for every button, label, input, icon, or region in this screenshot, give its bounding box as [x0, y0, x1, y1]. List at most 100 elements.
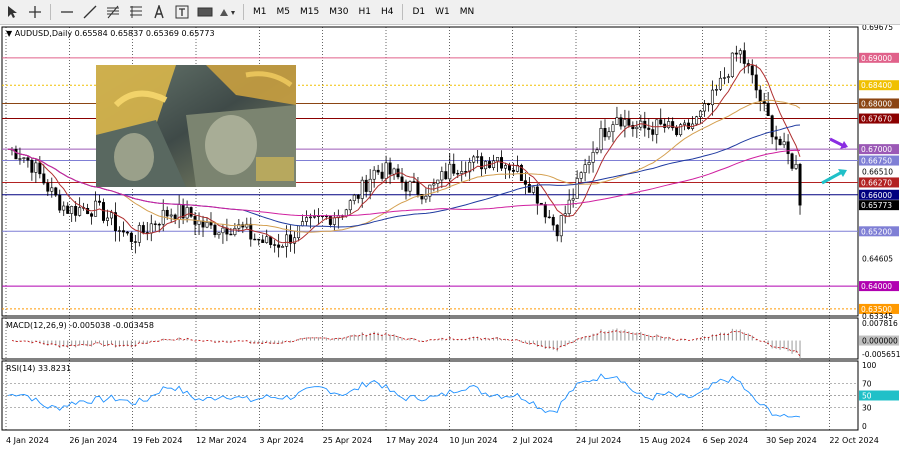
date-label: 6 Sep 2024 [703, 436, 749, 445]
candle-body [257, 238, 261, 241]
macd-scale-label: -0.005651 [862, 350, 900, 359]
symbol-header: ▼ AUDUSD,Daily 0.65584 0.65837 0.65369 0… [6, 29, 215, 38]
timeframe-h4[interactable]: H4 [376, 5, 399, 19]
candle-body [273, 244, 277, 246]
label-icon[interactable] [171, 2, 193, 22]
timeframe-mn[interactable]: MN [455, 5, 480, 19]
candle-body [472, 156, 476, 163]
candle-body [794, 163, 798, 169]
candle-body [663, 123, 667, 128]
candle-body [599, 128, 603, 151]
candle-body [46, 182, 50, 192]
candle-body [603, 128, 607, 138]
candle-body [400, 176, 404, 183]
timeframe-m15[interactable]: M15 [295, 5, 324, 19]
candle-body [492, 160, 496, 168]
candle-body [476, 156, 480, 158]
candle-body [34, 162, 38, 173]
candle-body [312, 216, 316, 218]
candle-body [531, 186, 535, 193]
candle-body [547, 216, 551, 219]
candle-body [790, 153, 794, 169]
candle-body [436, 179, 440, 184]
timeframe-m5[interactable]: M5 [272, 5, 296, 19]
level-label: 0.67670 [861, 115, 892, 124]
candle-body [102, 202, 106, 221]
candle-body [778, 138, 782, 146]
candle-body [456, 173, 460, 175]
level-label: 0.67000 [861, 145, 892, 154]
candle-body [185, 207, 189, 219]
candle-body [539, 202, 543, 205]
candle-body [523, 180, 527, 185]
candle-body [392, 168, 396, 175]
level-label: 0.66270 [861, 178, 892, 187]
candle-body [285, 234, 289, 247]
timeframe-h1[interactable]: H1 [353, 5, 376, 19]
candle-body [233, 228, 237, 235]
candle-body [197, 220, 201, 225]
candle-body [551, 216, 555, 226]
candle-body [304, 217, 308, 222]
candle-body [332, 217, 336, 225]
price-scale-label: 0.69675 [862, 25, 893, 32]
cursor-icon[interactable] [1, 2, 23, 22]
candle-body [611, 124, 615, 133]
candle-body [559, 215, 563, 237]
date-label: 22 Oct 2024 [829, 436, 878, 445]
candle-body [595, 149, 599, 153]
candle-body [607, 131, 611, 138]
timeframe-w1[interactable]: W1 [430, 5, 455, 19]
candle-body [440, 171, 444, 181]
candle-body [94, 200, 98, 217]
candle-body [129, 232, 133, 242]
candle-body [726, 76, 730, 78]
candle-body [90, 213, 94, 217]
candle-body [229, 233, 233, 236]
candle-body [667, 121, 671, 128]
chart-area[interactable]: 4 Jan 2024 26 Jan 2024 19 Feb 2024 12 Mar 2… [0, 23, 900, 452]
candle-body [58, 194, 62, 211]
candle-body [117, 230, 121, 232]
candle-body [511, 169, 515, 172]
candle-body [376, 169, 380, 173]
candle-body [444, 171, 448, 180]
price-scale-label: 0.64605 [862, 254, 893, 263]
candle-body [432, 183, 436, 186]
candle-body [384, 162, 388, 179]
candle-body [503, 165, 507, 169]
candle-body [201, 220, 205, 228]
timeframe-d1[interactable]: D1 [407, 5, 430, 19]
candle-body [507, 165, 511, 171]
date-label: 10 Jun 2024 [449, 436, 497, 445]
timeframe-bar: M1 M5 M15 M30 H1 H4 D1 W1 MN [248, 4, 479, 20]
candle-body [209, 221, 213, 226]
candle-body [372, 169, 376, 180]
crosshair-icon[interactable] [24, 2, 46, 22]
hline-icon[interactable] [56, 2, 78, 22]
candle-body [133, 241, 137, 243]
date-label: 30 Sep 2024 [766, 436, 817, 445]
rsi-scale-label: 50 [862, 392, 872, 401]
candle-body [388, 162, 392, 175]
timeframe-m30[interactable]: M30 [324, 5, 353, 19]
rsi-label: RSI(14) 33.8231 [6, 364, 71, 373]
candle-body [277, 244, 281, 248]
grid-icon[interactable] [125, 2, 147, 22]
candle-body [448, 163, 452, 180]
candle-body [301, 221, 305, 227]
candle-body [364, 179, 368, 192]
timeframe-m1[interactable]: M1 [248, 5, 272, 19]
candle-body [70, 206, 74, 214]
candle-body [659, 119, 663, 125]
rectangle-icon[interactable] [194, 2, 216, 22]
shapes-icon[interactable] [217, 2, 239, 22]
candle-body [98, 200, 102, 203]
toolbar-separator [402, 4, 404, 20]
text-icon[interactable] [148, 2, 170, 22]
candle-body [702, 103, 706, 112]
candle-body [14, 148, 18, 160]
trendline-icon[interactable] [79, 2, 101, 22]
candle-body [368, 178, 372, 192]
fibo-icon[interactable] [102, 2, 124, 22]
